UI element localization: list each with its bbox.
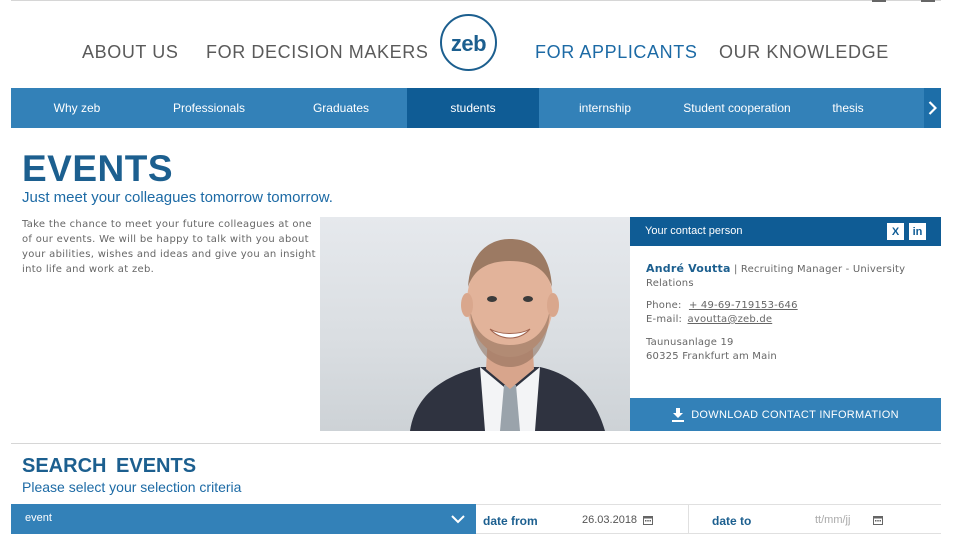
zeb-logo[interactable]: zeb — [440, 14, 497, 71]
tab-graduates[interactable]: Graduates — [275, 88, 407, 128]
contact-details: André Voutta | Recruiting Manager - Univ… — [646, 262, 936, 364]
section-divider — [11, 443, 941, 444]
download-label: DOWNLOAD CONTACT INFORMATION — [691, 408, 899, 421]
tab-internship[interactable]: internship — [539, 88, 671, 128]
tab-student-cooperation[interactable]: Student cooperation — [671, 88, 803, 128]
contact-header: Your contact person X in — [630, 217, 941, 246]
phone-label: Phone: — [646, 300, 682, 311]
search-title: SEARCH EVENTS — [22, 455, 197, 477]
nav-about-us[interactable]: ABOUT US — [82, 42, 179, 63]
contact-person-photo — [320, 217, 630, 431]
date-to-placeholder: tt/mm/jj — [815, 514, 851, 526]
search-filters: event date from 26.03.2018 date to tt/mm… — [11, 504, 941, 534]
download-contact-button[interactable]: DOWNLOAD CONTACT INFORMATION — [630, 398, 941, 431]
address-line-1: Taunusanlage 19 — [646, 337, 734, 348]
calendar-icon[interactable] — [873, 515, 883, 525]
tab-thesis[interactable]: thesis — [803, 88, 893, 128]
email-label: E-mail: — [646, 314, 683, 325]
subnav-next-button[interactable] — [924, 88, 941, 128]
email-link[interactable]: avoutta@zeb.de — [688, 314, 773, 325]
main-navigation: ABOUT US FOR DECISION MAKERS zeb FOR APP… — [0, 0, 953, 88]
logo-text: zeb — [450, 30, 487, 56]
search-subtitle: Please select your selection criteria — [22, 479, 242, 495]
sub-navigation: Why zeb Professionals Graduates students… — [11, 88, 941, 128]
nav-our-knowledge[interactable]: OUR KNOWLEDGE — [719, 42, 889, 63]
tab-students[interactable]: students — [407, 88, 539, 128]
contact-name: André Voutta — [646, 262, 731, 275]
calendar-icon[interactable] — [643, 515, 653, 525]
download-icon — [672, 407, 685, 422]
events-description: Take the chance to meet your future coll… — [22, 219, 316, 275]
chevron-right-icon — [928, 101, 937, 115]
contact-header-label: Your contact person — [645, 225, 743, 237]
contact-separator: | — [730, 264, 741, 275]
phone-link[interactable]: + 49-69-719153-646 — [689, 300, 798, 311]
chevron-down-icon — [451, 515, 465, 524]
address-line-2: 60325 Frankfurt am Main — [646, 351, 777, 362]
linkedin-icon[interactable]: in — [909, 223, 926, 240]
date-to-field[interactable]: date to tt/mm/jj — [689, 504, 941, 534]
page-subtitle: Just meet your colleagues tomorrow tomor… — [22, 189, 333, 206]
date-from-field[interactable]: date from 26.03.2018 — [476, 504, 689, 534]
tab-professionals[interactable]: Professionals — [143, 88, 275, 128]
event-type-select[interactable]: event — [11, 504, 476, 534]
xing-icon[interactable]: X — [887, 223, 904, 240]
nav-for-applicants[interactable]: FOR APPLICANTS — [535, 42, 697, 63]
linkedin-glyph: in — [912, 225, 923, 238]
tab-why-zeb[interactable]: Why zeb — [11, 88, 143, 128]
date-from-label: date from — [483, 514, 538, 528]
xing-glyph: X — [891, 225, 900, 238]
page-title: EVENTS — [22, 148, 174, 189]
nav-for-decision-makers[interactable]: FOR DECISION MAKERS — [206, 42, 428, 63]
date-to-label: date to — [712, 514, 752, 528]
event-select-value: event — [25, 512, 52, 524]
date-from-value: 26.03.2018 — [582, 514, 638, 526]
